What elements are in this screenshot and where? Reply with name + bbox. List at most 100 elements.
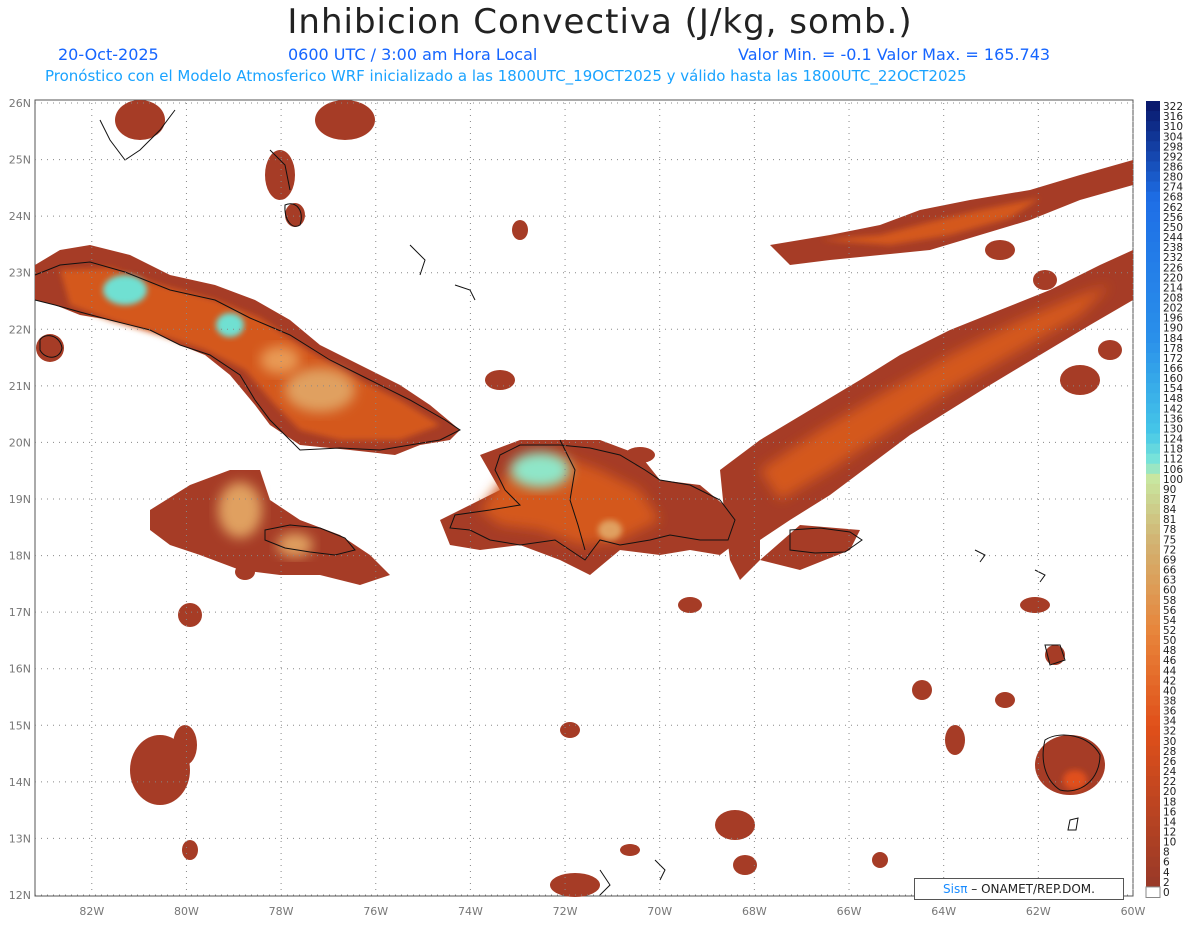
- colorbar-swatch: [1146, 574, 1160, 586]
- colorbar-swatch: [1146, 272, 1160, 283]
- colorbar-swatch: [1146, 191, 1160, 203]
- colorbar-swatch: [1146, 715, 1160, 727]
- colorbar-swatch: [1145, 886, 1161, 899]
- colorbar-swatch: [1146, 745, 1160, 757]
- colorbar-swatch: [1146, 504, 1160, 515]
- credit-brand: Sisπ: [943, 882, 968, 896]
- lon-label: 62W: [1026, 905, 1051, 918]
- colorbar-swatch: [1146, 141, 1160, 152]
- colorbar-swatch: [1146, 534, 1160, 545]
- lon-label: 80W: [174, 905, 199, 918]
- colorbar-swatch: [1146, 101, 1160, 112]
- lon-label: 76W: [363, 905, 388, 918]
- colorbar-swatch: [1146, 322, 1160, 334]
- colorbar-swatch: [1146, 111, 1160, 122]
- lat-label: 14N: [9, 776, 31, 789]
- colorbar-swatch: [1146, 544, 1160, 555]
- lat-label: 17N: [9, 606, 31, 619]
- colorbar-swatch: [1146, 493, 1160, 505]
- latitude-labels: 26N 25N 24N 23N 22N 21N 20N 19N 18N 17N 16N 15N 14N 1…: [9, 97, 31, 902]
- lat-label: 22N: [9, 323, 31, 336]
- colorbar-swatch: [1146, 262, 1160, 273]
- lat-label: 23N: [9, 267, 31, 280]
- colorbar-swatch: [1146, 846, 1160, 858]
- lon-label: 74W: [458, 905, 483, 918]
- colorbar-swatch: [1146, 866, 1160, 878]
- lat-label: 26N: [9, 97, 31, 110]
- colorbar-swatch: [1146, 473, 1160, 485]
- lat-label: 15N: [9, 719, 31, 732]
- colorbar-swatch: [1146, 443, 1160, 455]
- colorbar-swatch: [1146, 312, 1160, 324]
- colorbar-swatch: [1146, 211, 1160, 223]
- colorbar-swatch: [1146, 231, 1160, 243]
- lon-label: 60W: [1121, 905, 1146, 918]
- colorbar-swatch: [1146, 786, 1160, 797]
- colorbar-swatch: [1146, 614, 1160, 626]
- colorbar-swatch: [1146, 373, 1160, 384]
- colorbar-swatch: [1146, 645, 1160, 656]
- colorbar-swatch: [1146, 483, 1160, 495]
- colorbar-swatch: [1146, 685, 1160, 696]
- colorbar-swatch: [1146, 282, 1160, 293]
- lon-label: 82W: [79, 905, 104, 918]
- colorbar-swatch: [1146, 836, 1160, 848]
- lat-label: 12N: [9, 889, 31, 902]
- colorbar-swatch: [1146, 594, 1160, 606]
- longitude-labels: 82W 80W 78W 76W 74W 72W 70W 68W 66W 64W 62W 60W: [79, 905, 1145, 918]
- lat-label: 21N: [9, 380, 31, 393]
- map-figure: 26N 25N 24N 23N 22N 21N 20N 19N 18N 17N 16N 15N 14N 1…: [9, 97, 1184, 918]
- colorbar-swatch: [1146, 463, 1160, 475]
- colorbar-swatch: [1146, 393, 1160, 404]
- colorbar-swatch: [1146, 725, 1160, 737]
- colorbar-swatch: [1146, 131, 1160, 142]
- colorbar-swatch: [1146, 856, 1160, 868]
- lat-label: 16N: [9, 663, 31, 676]
- colorbar-swatch: [1146, 796, 1160, 807]
- colorbar-swatch: [1146, 383, 1160, 394]
- lat-label: 18N: [9, 550, 31, 563]
- lat-label: 24N: [9, 210, 31, 223]
- lat-label: 13N: [9, 832, 31, 845]
- colorbar-swatch: [1146, 514, 1160, 525]
- colorbar-swatch: [1146, 554, 1160, 565]
- credit-box: Sisπ – ONAMET/REP.DOM.: [914, 878, 1124, 900]
- colorbar-swatch: [1146, 413, 1160, 424]
- colorbar-swatch: [1146, 604, 1160, 616]
- colorbar-swatch: [1146, 766, 1160, 777]
- colorbar-swatch: [1146, 221, 1160, 233]
- colorbar-swatch: [1146, 201, 1160, 213]
- colorbar-swatch: [1146, 403, 1160, 414]
- colorbar-swatch: [1146, 755, 1160, 767]
- lon-label: 72W: [553, 905, 578, 918]
- lon-label: 78W: [269, 905, 294, 918]
- colorbar-swatch: [1146, 735, 1160, 747]
- colorbar-swatch: [1146, 352, 1160, 364]
- colorbar-label: 0: [1163, 887, 1170, 899]
- colorbar-swatch: [1146, 665, 1160, 676]
- lat-label: 25N: [9, 154, 31, 167]
- colorbar-swatch: [1146, 776, 1160, 787]
- colorbar-swatch: [1146, 695, 1160, 707]
- colorbar-swatch: [1146, 242, 1160, 253]
- lon-label: 64W: [931, 905, 956, 918]
- colorbar-swatch: [1146, 705, 1160, 717]
- colorbar-swatch: [1146, 433, 1160, 445]
- colorbar-swatch: [1146, 423, 1160, 435]
- lat-label: 19N: [9, 493, 31, 506]
- colorbar-swatch: [1146, 342, 1160, 354]
- colorbar-swatch: [1146, 332, 1160, 344]
- colorbar-swatch: [1146, 806, 1160, 817]
- colorbar-swatch: [1146, 564, 1160, 576]
- colorbar-swatch: [1146, 453, 1160, 465]
- colorbar-swatch: [1146, 826, 1160, 838]
- colorbar-swatch: [1146, 655, 1160, 666]
- colorbar-swatch: [1146, 181, 1160, 193]
- colorbar-swatch: [1146, 584, 1160, 596]
- lon-label: 66W: [837, 905, 862, 918]
- colorbar-swatch: [1146, 624, 1160, 636]
- colorbar-swatch: [1146, 151, 1160, 162]
- colorbar-swatch: [1146, 362, 1160, 374]
- colorbar-swatch: [1146, 524, 1160, 535]
- colorbar-swatch: [1146, 675, 1160, 686]
